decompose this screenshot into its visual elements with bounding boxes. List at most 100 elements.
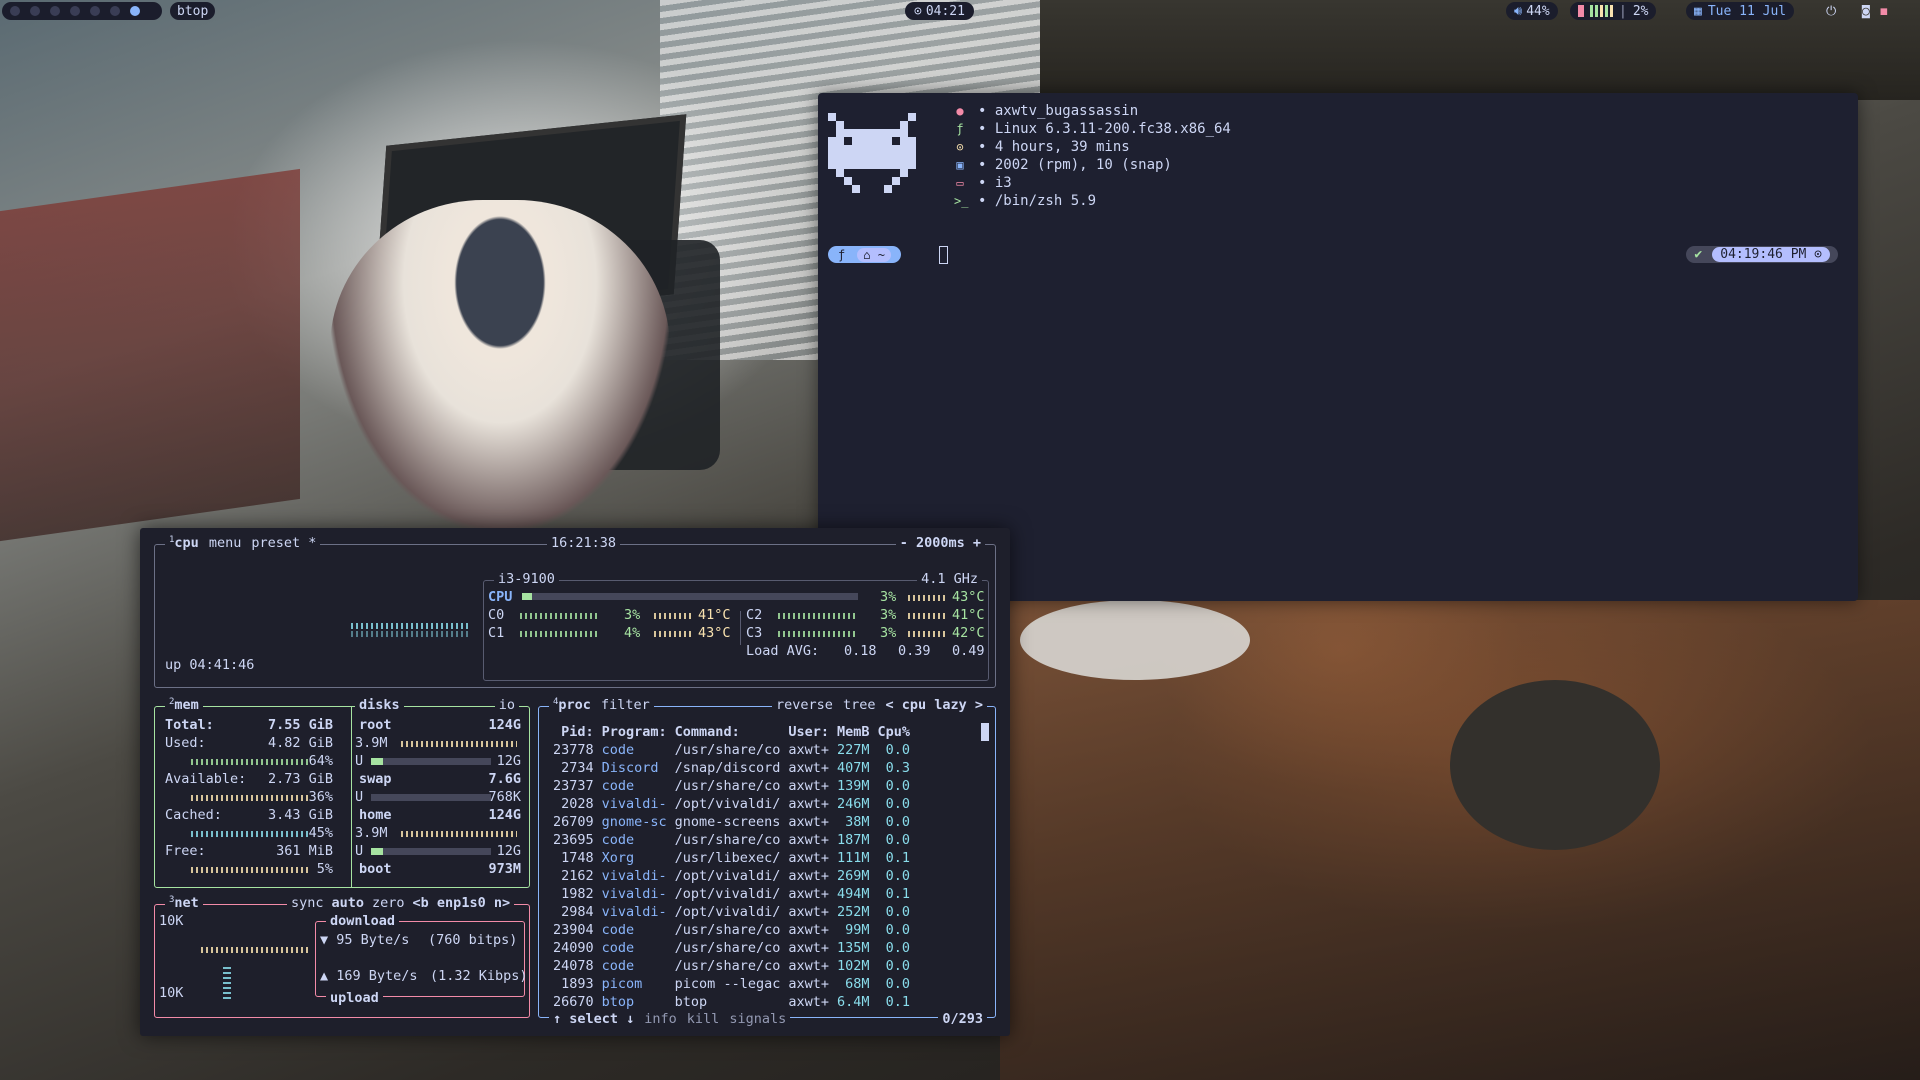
workspace-2[interactable] [30,6,40,16]
process-row[interactable]: 24090 code/usr/share/co axwt+ 135M 0.0 [549,939,914,957]
tree-toggle[interactable]: tree [843,697,876,713]
workspace-3[interactable] [50,6,60,16]
pid: 23695 [553,832,594,848]
process-row[interactable]: 23695 code/usr/share/co axwt+ 187M 0.0 [549,831,914,849]
process-row[interactable]: 23737 code/usr/share/co axwt+ 139M 0.0 [549,777,914,795]
user: axwt+ [788,742,829,758]
mem-free-label: Free: [165,843,206,859]
select-control[interactable]: ↑ select ↓ [553,1011,634,1027]
disks-header[interactable]: disks [355,697,404,713]
prompt-segment: ƒ ⌂ ~ [828,246,901,263]
user: axwt+ [788,760,829,776]
topbar-clock[interactable]: ⊙ 04:21 [905,2,974,20]
workspace-4[interactable] [70,6,80,16]
io-toggle[interactable]: io [494,697,519,713]
mem-available-graph [191,795,311,801]
proc-scrollbar[interactable] [981,723,989,741]
disk-name: boot [359,861,392,877]
filter-button[interactable]: filter [601,697,650,713]
btop-window[interactable]: 1cpu menu preset * 16:21:38 - 2000ms + u… [140,528,1010,1036]
pid: 2028 [561,796,594,812]
net-zero-toggle[interactable]: zero [372,895,405,911]
system-info-row: ⊙ • 4 hours, 39 mins [954,138,1231,156]
pid: 26670 [553,994,594,1010]
load-avg-1: 0.18 [844,643,877,659]
memory: 68M [845,976,870,992]
process-row[interactable]: 23904 code/usr/share/co axwt+ 99M 0.0 [549,921,914,939]
mem-used-pct: 64% [308,753,333,769]
process-row[interactable]: 2734 Discord/snap/discord axwt+ 407M 0.3 [549,759,914,777]
net-scale-bottom: 10K [159,985,184,1001]
process-row[interactable]: 2984 vivaldi- /opt/vivaldi/axwt+ 252M 0.0 [549,903,914,921]
process-row[interactable]: 26670 btop btop axwt+ 6.4M 0.1 [549,993,914,1011]
program: vivaldi- [601,886,667,902]
io-toggle-text: io [498,697,515,713]
system-info-row: ƒ • Linux 6.3.11-200.fc38.x86_64 [954,120,1231,138]
process-row[interactable]: 1893 picom picom --legac axwt+ 68M 0.0 [549,975,914,993]
net-auto-toggle[interactable]: auto [332,895,365,911]
preset-button[interactable]: preset * [251,535,316,551]
info-button[interactable]: info [644,1011,677,1027]
update-interval[interactable]: - 2000ms + [895,535,985,551]
sort-selector[interactable]: < cpu lazy > [885,697,983,713]
cpu-model-text: i3-9100 [498,571,555,587]
cpu-freq: 4.1 GHz [917,571,982,587]
process-row[interactable]: 1748 Xorg/usr/libexec/axwt+ 111M 0.1 [549,849,914,867]
power-icon[interactable]: ⏻ [1826,4,1836,19]
menu-button[interactable]: menu [209,535,242,551]
workspace-6[interactable] [110,6,120,16]
process-count-text: 0/293 [942,1011,983,1027]
workspace-1[interactable] [10,6,20,16]
process-row[interactable]: 2028 vivaldi- /opt/vivaldi/axwt+ 246M 0.0 [549,795,914,813]
reverse-toggle[interactable]: reverse [776,697,833,713]
net-sync-toggle[interactable]: sync [291,895,324,911]
volume-module[interactable]: 🔊︎ 44% [1506,2,1558,20]
program: vivaldi- [601,904,667,920]
terminal-cursor[interactable] [939,246,948,264]
cpu-total-temp: 43°C [952,589,985,605]
command: /usr/share/co [674,940,781,956]
signals-button[interactable]: signals [729,1011,786,1027]
tray-app-icon[interactable]: ◼ [1880,4,1888,19]
cpu-percent: 0.0 [885,868,911,884]
system-info-text: • i3 [978,175,1012,191]
column-header[interactable]: Command: [671,723,785,741]
workspace-7-active[interactable] [130,6,140,16]
net-interface-selector[interactable]: <b enp1s0 n> [413,895,511,911]
process-row[interactable]: 26709 gnome-sc gnome-screens axwt+ 38M 0.0 [549,813,914,831]
user-icon: ● [956,104,964,118]
cpu-percent: 0.1 [885,886,911,902]
net-box-title[interactable]: 3net [169,895,199,911]
column-header[interactable]: Pid: [549,723,598,741]
core-c3-label: C3 [746,625,763,641]
calendar-icon: ▦ [1694,3,1702,19]
upload-bits: (1.32 Kibps) [430,968,528,984]
disk-io: 3.9M [355,735,388,751]
terminal-window[interactable]: ● • axwtv_bugassassin ƒ • Linux 6.3.11-200.… [818,93,1858,601]
kill-button[interactable]: kill [687,1011,720,1027]
pid: 23904 [553,922,594,938]
disk-usage-meter [371,794,491,801]
core-c0-pct: 3% [624,607,641,623]
process-row[interactable]: 1982 vivaldi- /opt/vivaldi/axwt+ 494M 0.1 [549,885,914,903]
process-row[interactable]: 23778 code/usr/share/co axwt+ 227M 0.0 [549,741,914,759]
workspace-indicator[interactable] [2,2,162,20]
tray-discord-icon[interactable]: ◙ [1862,4,1870,19]
process-row[interactable]: 2162 vivaldi- /opt/vivaldi/axwt+ 269M 0.0 [549,867,914,885]
system-info-list: ● • axwtv_bugassassin ƒ • Linux 6.3.11-200.… [954,102,1231,210]
command: /usr/share/co [674,922,781,938]
column-header[interactable]: User: [784,723,833,741]
proc-box-title[interactable]: 4proc [553,697,591,713]
column-header[interactable]: Program: [598,723,671,741]
core-c1-temp: 43°C [698,625,731,641]
column-header[interactable]: Cpu% [874,723,915,741]
process-row[interactable]: 24078 code/usr/share/co axwt+ 102M 0.0 [549,957,914,975]
workspace-5[interactable] [90,6,100,16]
column-header[interactable]: MemB [833,723,874,741]
cpu-module[interactable]: | 2% [1570,2,1657,20]
date-module[interactable]: ▦ Tue 11 Jul [1686,2,1795,20]
cpu-box-title[interactable]: 1cpu [169,535,199,551]
clock-text: 04:21 [925,3,965,19]
mem-box-title[interactable]: 2mem [169,697,199,713]
program: picom [601,976,643,992]
